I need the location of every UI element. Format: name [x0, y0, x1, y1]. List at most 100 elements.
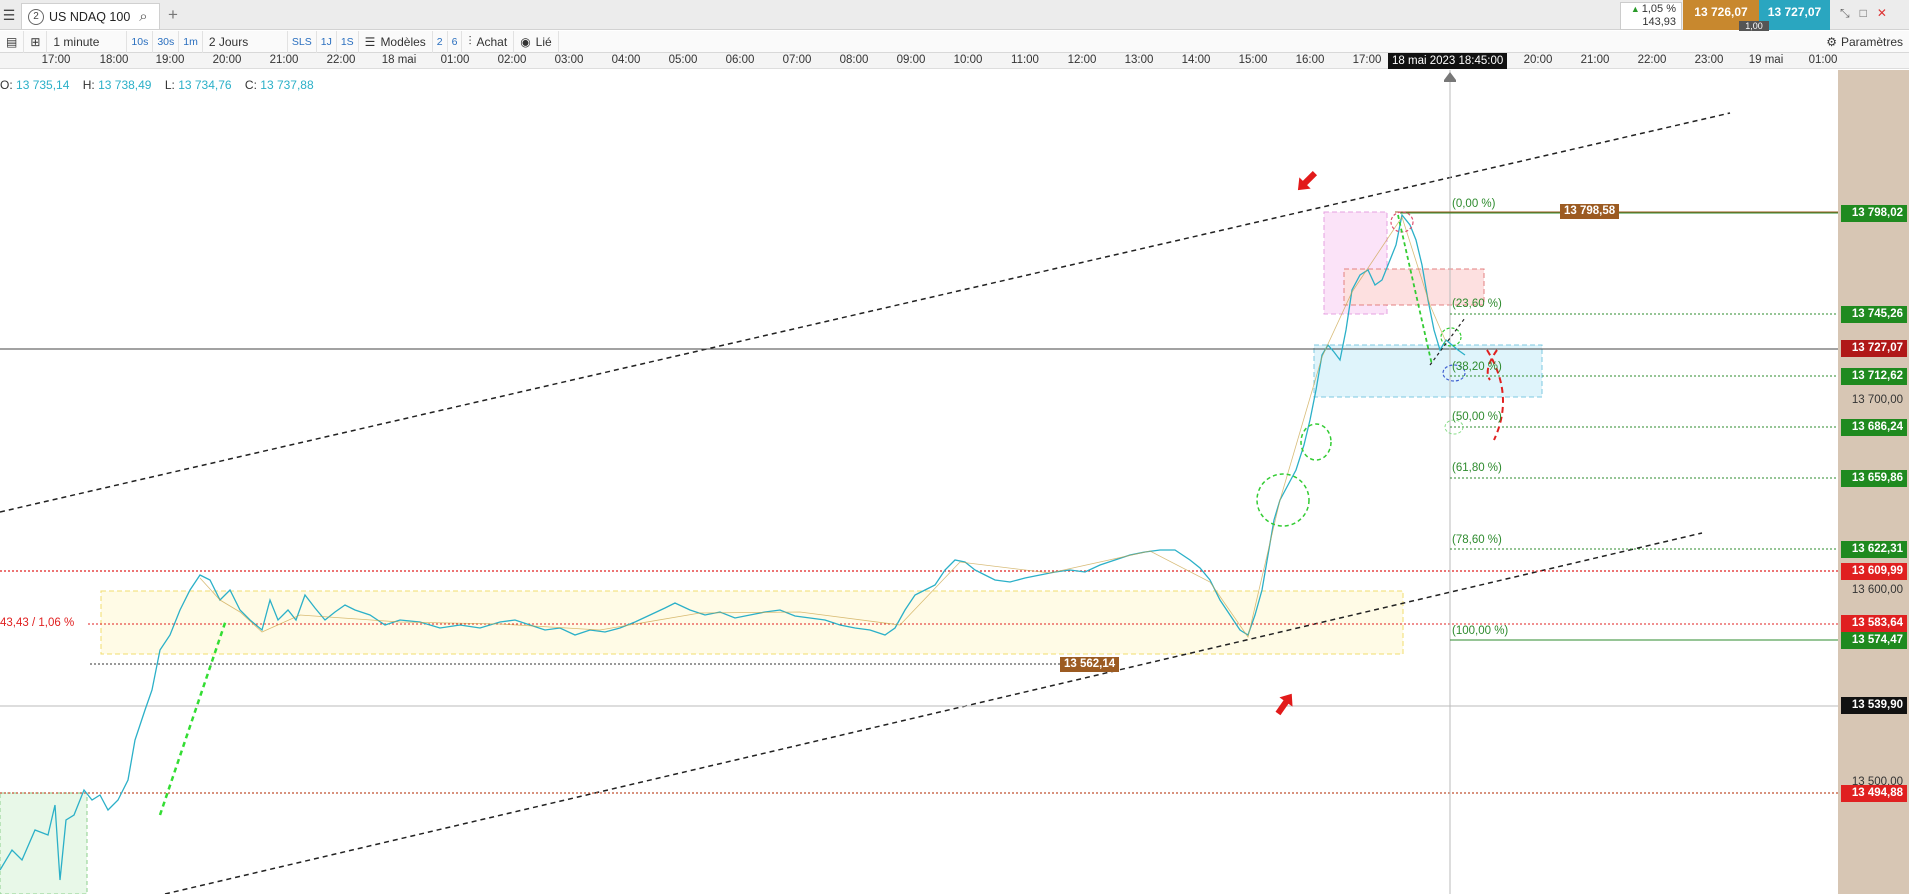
entry-zone-box [0, 792, 88, 894]
time-label: 05:00 [668, 54, 698, 66]
green-circle-2 [1300, 423, 1332, 461]
red-arrow-up-icon [1275, 693, 1293, 716]
price-label-fib-38: 13 712,62 [1841, 368, 1907, 385]
timeframe-1m[interactable]: 1m [179, 30, 203, 53]
search-icon[interactable]: ⌕ [139, 8, 147, 25]
settings-label: Paramètres [1840, 35, 1903, 49]
ohlc-readout: O: 13 735,14 H: 13 738,49 L: 13 734,76 C… [0, 78, 324, 92]
ohlc-close: 13 737,88 [260, 78, 314, 92]
timeframe-10s[interactable]: 10s [127, 30, 154, 53]
change-percent: 1,05 % [1641, 3, 1676, 15]
instrument-tab[interactable]: 2 US NDAQ 100 ⌕ [21, 3, 160, 29]
fib-label-100: (100,00 %) [1452, 625, 1509, 637]
models-button[interactable]: ☰ Modèles [359, 30, 433, 53]
time-axis[interactable]: 17:00 18:00 19:00 20:00 21:00 22:00 18 mai 01:0… [0, 53, 1909, 69]
instrument-number-badge: 2 [28, 8, 44, 25]
ohlc-h-label: H: [82, 78, 95, 92]
price-label-fib-61: 13 659,86 [1841, 470, 1907, 487]
range-note: 43,43 / 1,06 % [0, 617, 75, 629]
time-label: 06:00 [725, 54, 755, 66]
timeframe-30s[interactable]: 30s [153, 30, 180, 53]
time-label: 08:00 [839, 54, 869, 66]
demand-zone-box [1313, 344, 1543, 398]
change-absolute: 143,93 [1642, 16, 1676, 28]
model-2[interactable]: 2 [433, 30, 448, 53]
ohlc-l-label: L: [164, 78, 175, 92]
time-label: 14:00 [1181, 54, 1211, 66]
ohlc-high: 13 738,49 [98, 78, 152, 92]
buy-price-button[interactable]: 13 727,07 [1759, 0, 1830, 30]
time-label: 01:00 [440, 54, 470, 66]
add-tab-icon[interactable]: + [168, 5, 178, 25]
time-label: 15:00 [1238, 54, 1268, 66]
time-label: 11:00 [1011, 54, 1039, 66]
price-label-red-3: 13 494,88 [1841, 785, 1907, 802]
time-label: 12:00 [1067, 54, 1097, 66]
sliders-icon: ☰ [364, 34, 376, 49]
window-controls: ⤡ □ ✕ [1840, 6, 1887, 21]
price-line [0, 213, 1466, 881]
ohlc-low: 13 734,76 [178, 78, 232, 92]
price-label-fib-23: 13 745,26 [1841, 306, 1907, 323]
list-icon[interactable]: ▤ [0, 30, 25, 53]
green-circle-1 [1256, 473, 1310, 527]
fib-label-61-8: (61,80 %) [1452, 462, 1502, 474]
timeframe-select[interactable]: 1 minute [47, 30, 128, 53]
time-label: 21:00 [269, 54, 299, 66]
price-label-fib-0: 13 798,02 [1841, 205, 1907, 222]
price-chart[interactable] [0, 70, 1838, 894]
restore-icon[interactable]: ⤡ [1840, 6, 1850, 21]
model-6[interactable]: 6 [448, 30, 463, 53]
time-label: 16:00 [1295, 54, 1325, 66]
linked-label: Lié [535, 34, 552, 49]
ohlc-open: 13 735,14 [16, 78, 70, 92]
time-label: 23:00 [1694, 54, 1724, 66]
time-label: 02:00 [497, 54, 527, 66]
buy-label: Achat [476, 34, 508, 49]
buy-mode-button[interactable]: ⫶ Achat [462, 30, 515, 53]
fib-label-38-2: (38,20 %) [1452, 361, 1502, 373]
time-label: 07:00 [782, 54, 812, 66]
time-label: 18 mai [381, 54, 417, 66]
candlestick-icon: ⫶ [468, 34, 472, 48]
fib-label-50: (50,00 %) [1452, 411, 1502, 423]
up-arrow-icon: ▲ [1630, 4, 1640, 14]
flag-1s[interactable]: 1S [337, 30, 359, 53]
swing-low-flag: 13 562,14 [1060, 657, 1120, 672]
crosshair-date-label: 18 mai 2023 18:45:00 [1388, 53, 1508, 69]
time-label: 18:00 [99, 54, 129, 66]
price-label-fib-100: 13 574,47 [1841, 632, 1907, 649]
flag-sls[interactable]: SLS [288, 30, 317, 53]
layout-icon[interactable]: ⊞ [24, 30, 48, 53]
chart-toolbar: ▤ ⊞ 1 minute 10s 30s 1m 2 Jours SLS 1J 1… [0, 30, 1909, 53]
time-label: 19:00 [155, 54, 185, 66]
instrument-name: US NDAQ 100 [49, 9, 131, 24]
fib-label-78-6: (78,60 %) [1452, 534, 1502, 546]
time-label: 20:00 [212, 54, 242, 66]
time-label: 20:00 [1523, 54, 1553, 66]
time-label: 17:00 [1352, 54, 1382, 66]
close-icon[interactable]: ✕ [1877, 6, 1887, 21]
time-label: 22:00 [1637, 54, 1667, 66]
eye-icon: ◉ [520, 34, 531, 49]
price-label-fib-78: 13 622,31 [1841, 541, 1907, 558]
menu-icon[interactable]: ☰ [0, 0, 18, 30]
time-label: 01:00 [1808, 54, 1838, 66]
top-bar: ☰ 2 US NDAQ 100 ⌕ + ▲ 1,05 % 143,93 13 72… [0, 0, 1909, 31]
price-tick-13600: 13 600,00 [1851, 584, 1903, 596]
spread-badge: 1,00 [1739, 21, 1769, 31]
fib-label-0: (0,00 %) [1452, 198, 1496, 210]
link-button[interactable]: ◉ Lié [514, 30, 559, 53]
settings-button[interactable]: ⚙ Paramètres [1826, 31, 1903, 53]
daily-change-box: ▲ 1,05 % 143,93 [1620, 2, 1682, 30]
price-label-fib-50: 13 686,24 [1841, 419, 1907, 436]
lower-channel-line [164, 532, 1703, 894]
maximize-icon[interactable]: □ [1860, 6, 1867, 21]
price-label-crosshair: 13 539,90 [1841, 697, 1907, 714]
flag-1j[interactable]: 1J [317, 30, 337, 53]
time-label: 22:00 [326, 54, 356, 66]
period-select[interactable]: 2 Jours [203, 30, 288, 53]
time-label: 10:00 [953, 54, 983, 66]
time-label: 03:00 [554, 54, 584, 66]
price-line-overlay [199, 216, 1447, 638]
